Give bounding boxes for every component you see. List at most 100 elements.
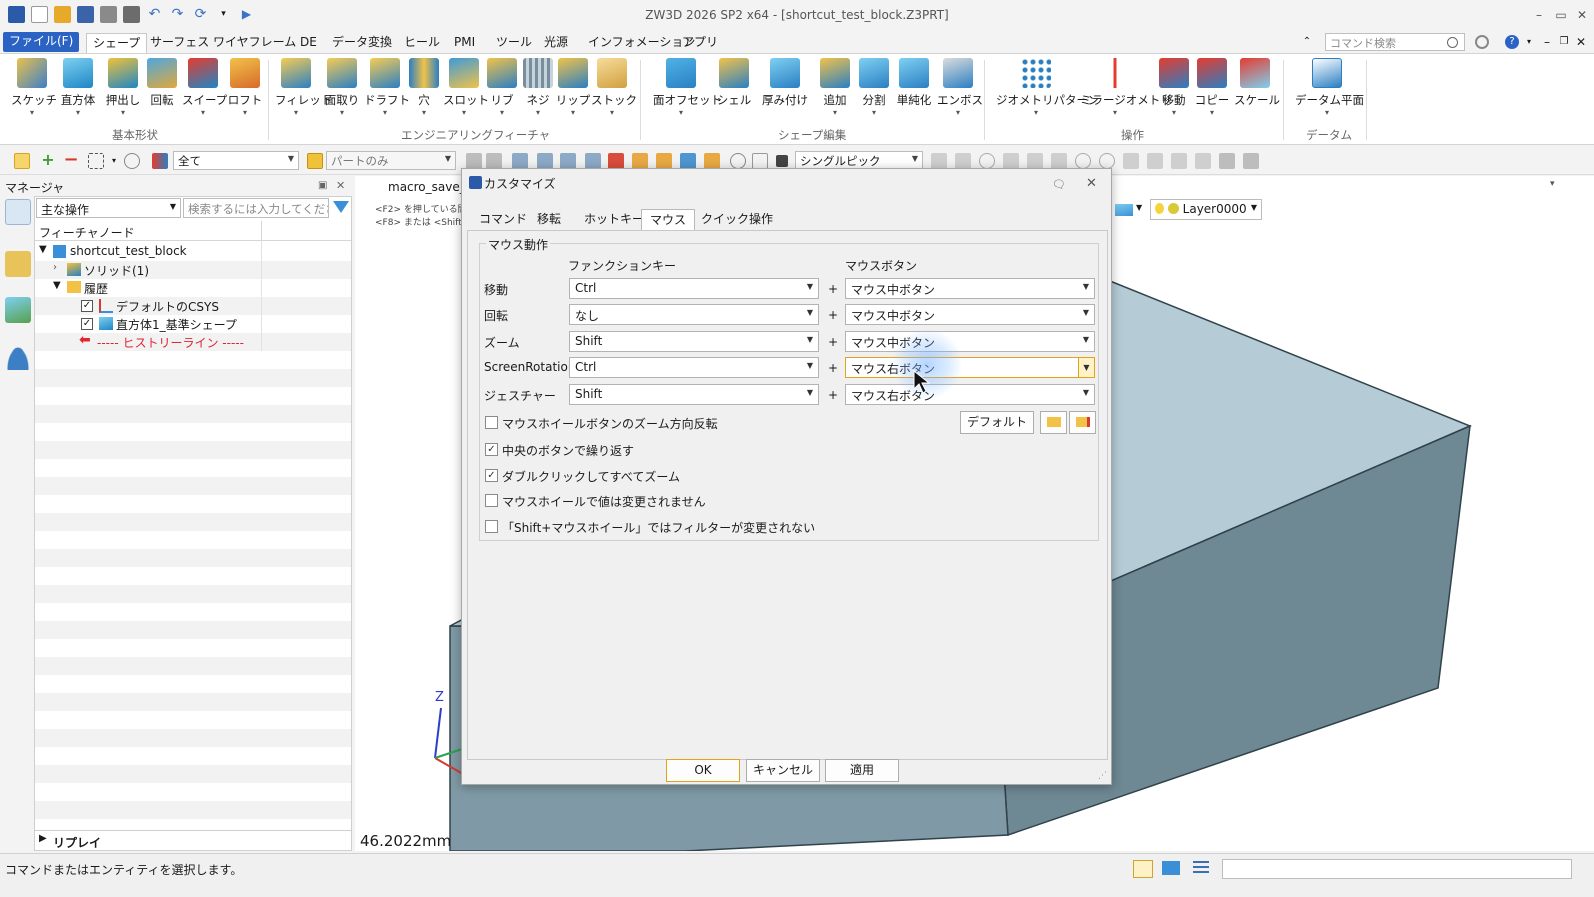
rotate-mouse-select[interactable]: マウス中ボタン ▼	[845, 304, 1095, 325]
tab-mouse[interactable]: マウス	[641, 209, 696, 231]
tab-file[interactable]: ファイル(F)	[3, 32, 80, 52]
gesture-fn-select[interactable]: Shift ▼	[569, 384, 819, 405]
toolbar-icon[interactable]	[1171, 153, 1187, 169]
manager-close-icon[interactable]: ✕	[336, 179, 345, 192]
toolbar-icon[interactable]	[1123, 153, 1139, 169]
scale-button[interactable]: スケール	[1234, 58, 1280, 108]
tree-search-input[interactable]: 検索するには入力してください	[183, 198, 329, 218]
tab-tools[interactable]: ツール	[490, 33, 538, 53]
stock-button[interactable]: ストック ▾	[591, 58, 637, 117]
minimize-button[interactable]: –	[1531, 8, 1547, 22]
move-fn-select[interactable]: Ctrl ▼	[569, 278, 819, 299]
tab-pmi[interactable]: PMI	[448, 33, 481, 53]
toolbar-icon[interactable]	[1099, 153, 1115, 169]
replay-section[interactable]: ▶ リプレイ	[35, 830, 351, 850]
toolbar-icon[interactable]	[931, 153, 947, 169]
thicken-button[interactable]: 厚み付け	[760, 58, 810, 108]
fillet-button[interactable]: フィレット ▾	[275, 58, 332, 117]
loft-button[interactable]: ロフト ▾	[224, 58, 266, 117]
chevron-down-icon[interactable]: ▼	[53, 280, 61, 291]
rotate-fn-select[interactable]: なし ▼	[569, 304, 819, 325]
lasso-icon[interactable]	[124, 153, 140, 169]
tree-row[interactable]: ⬅ ----- ヒストリーライン -----	[35, 332, 351, 351]
part-filter-icon[interactable]	[307, 153, 323, 169]
tab-command[interactable]: コマンド	[471, 209, 535, 231]
tree-row[interactable]: ▼ 履歴	[35, 279, 351, 297]
mirror-geometry-button[interactable]: ミラージオメトリ ▾	[1080, 58, 1172, 117]
plus-icon[interactable]: +	[40, 152, 56, 169]
toolbar-icon[interactable]	[632, 153, 648, 169]
toolbar-icon[interactable]	[752, 153, 768, 169]
minimize-doc-button[interactable]: –	[1540, 35, 1554, 49]
tree-row[interactable]: › ソリッド(1)	[35, 261, 351, 279]
block-button[interactable]: 直方体 ▾	[57, 58, 99, 117]
toolbar-icon[interactable]	[466, 153, 482, 169]
resize-grip-icon[interactable]: ⋰	[1098, 771, 1107, 781]
command-search-input[interactable]: コマンド検索	[1325, 33, 1465, 51]
restore-doc-button[interactable]: ❐	[1557, 35, 1571, 49]
funnel-icon[interactable]	[333, 201, 349, 213]
toolbar-icon[interactable]	[704, 153, 720, 169]
toolbar-icon[interactable]	[1243, 153, 1259, 169]
import-button[interactable]	[1040, 411, 1067, 434]
emboss-button[interactable]: エンボス ▾	[937, 58, 983, 117]
export-button[interactable]	[1069, 411, 1096, 434]
minus-icon[interactable]: −	[63, 151, 79, 169]
toolbar-icon[interactable]	[486, 153, 502, 169]
assembly-icon[interactable]	[5, 251, 31, 277]
chevron-down-icon[interactable]: ▼	[39, 244, 47, 255]
tab-light[interactable]: 光源	[538, 33, 574, 53]
view-manager-icon[interactable]	[5, 297, 31, 323]
toolbar-icon[interactable]	[608, 153, 624, 169]
list-icon[interactable]	[1193, 861, 1209, 876]
cancel-button[interactable]: キャンセル	[746, 759, 820, 782]
simplify-button[interactable]: 単純化	[893, 58, 935, 108]
dialog-close-button[interactable]: ✕	[1086, 176, 1097, 191]
toolbar-icon[interactable]	[560, 153, 576, 169]
chamfer-button[interactable]: 面取り ▾	[321, 58, 363, 117]
tab-quick-operation[interactable]: クイック操作	[693, 209, 781, 231]
apply-button[interactable]: 適用	[825, 759, 899, 782]
tab-apps[interactable]: アプリ	[676, 33, 724, 53]
clock-icon[interactable]	[730, 153, 746, 169]
gear-icon[interactable]	[1475, 35, 1489, 49]
toolbar-icon[interactable]	[955, 153, 971, 169]
face-offset-button[interactable]: 面オフセット ▾	[653, 58, 722, 117]
zoom-mouse-select[interactable]: マウス中ボタン ▼	[845, 331, 1095, 352]
default-button[interactable]: デフォルト	[960, 411, 1034, 434]
screen-rotation-mouse-select[interactable]: マウス右ボタン▼	[845, 357, 1095, 378]
toolbar-icon[interactable]	[512, 153, 528, 169]
filter-select[interactable]: 全て ▼	[173, 151, 299, 170]
tree-row[interactable]: ✓ 直方体1_基準シェープ	[35, 315, 351, 333]
tree-row[interactable]: ▼ shortcut_test_block	[35, 243, 351, 261]
tab-surface[interactable]: サーフェス	[144, 33, 215, 53]
tab-shape[interactable]: シェープ	[86, 33, 148, 53]
toolbar-icon[interactable]	[585, 153, 601, 169]
user-icon[interactable]	[5, 344, 31, 370]
scope-select[interactable]: パートのみ ▼	[326, 151, 456, 170]
toolbar-icon[interactable]	[537, 153, 553, 169]
sketch-button[interactable]: スケッチ ▾	[11, 58, 57, 117]
stop-icon[interactable]	[776, 155, 788, 167]
shell-button[interactable]: シェル	[713, 58, 755, 108]
ok-button[interactable]: OK	[666, 759, 740, 782]
visibility-checkbox[interactable]: ✓	[81, 300, 93, 312]
middle-repeat-checkbox[interactable]: ✓	[485, 443, 498, 456]
tab-wireframe[interactable]: ワイヤフレーム	[207, 33, 302, 53]
box-select-icon[interactable]	[88, 153, 104, 169]
add-button[interactable]: 追加 ▾	[814, 58, 856, 117]
toolbar-icon[interactable]	[1147, 153, 1163, 169]
zoom-invert-checkbox[interactable]	[485, 416, 498, 429]
tab-transfer[interactable]: 移転	[529, 209, 569, 231]
close-button[interactable]: ✕	[1574, 8, 1590, 22]
search-icon[interactable]	[1447, 37, 1458, 48]
toolbar-icon[interactable]	[979, 153, 995, 169]
geometry-pattern-button[interactable]: ジオメトリパターン ▾	[996, 58, 1099, 117]
split-button[interactable]: 分割 ▾	[853, 58, 895, 117]
status-input[interactable]	[1222, 859, 1572, 879]
layer-stack-icon[interactable]	[1115, 204, 1133, 216]
toolbar-icon[interactable]	[1195, 153, 1211, 169]
zoom-fn-select[interactable]: Shift ▼	[569, 331, 819, 352]
revolve-button[interactable]: 回転	[141, 58, 183, 108]
wheel-no-change-checkbox[interactable]	[485, 494, 498, 507]
